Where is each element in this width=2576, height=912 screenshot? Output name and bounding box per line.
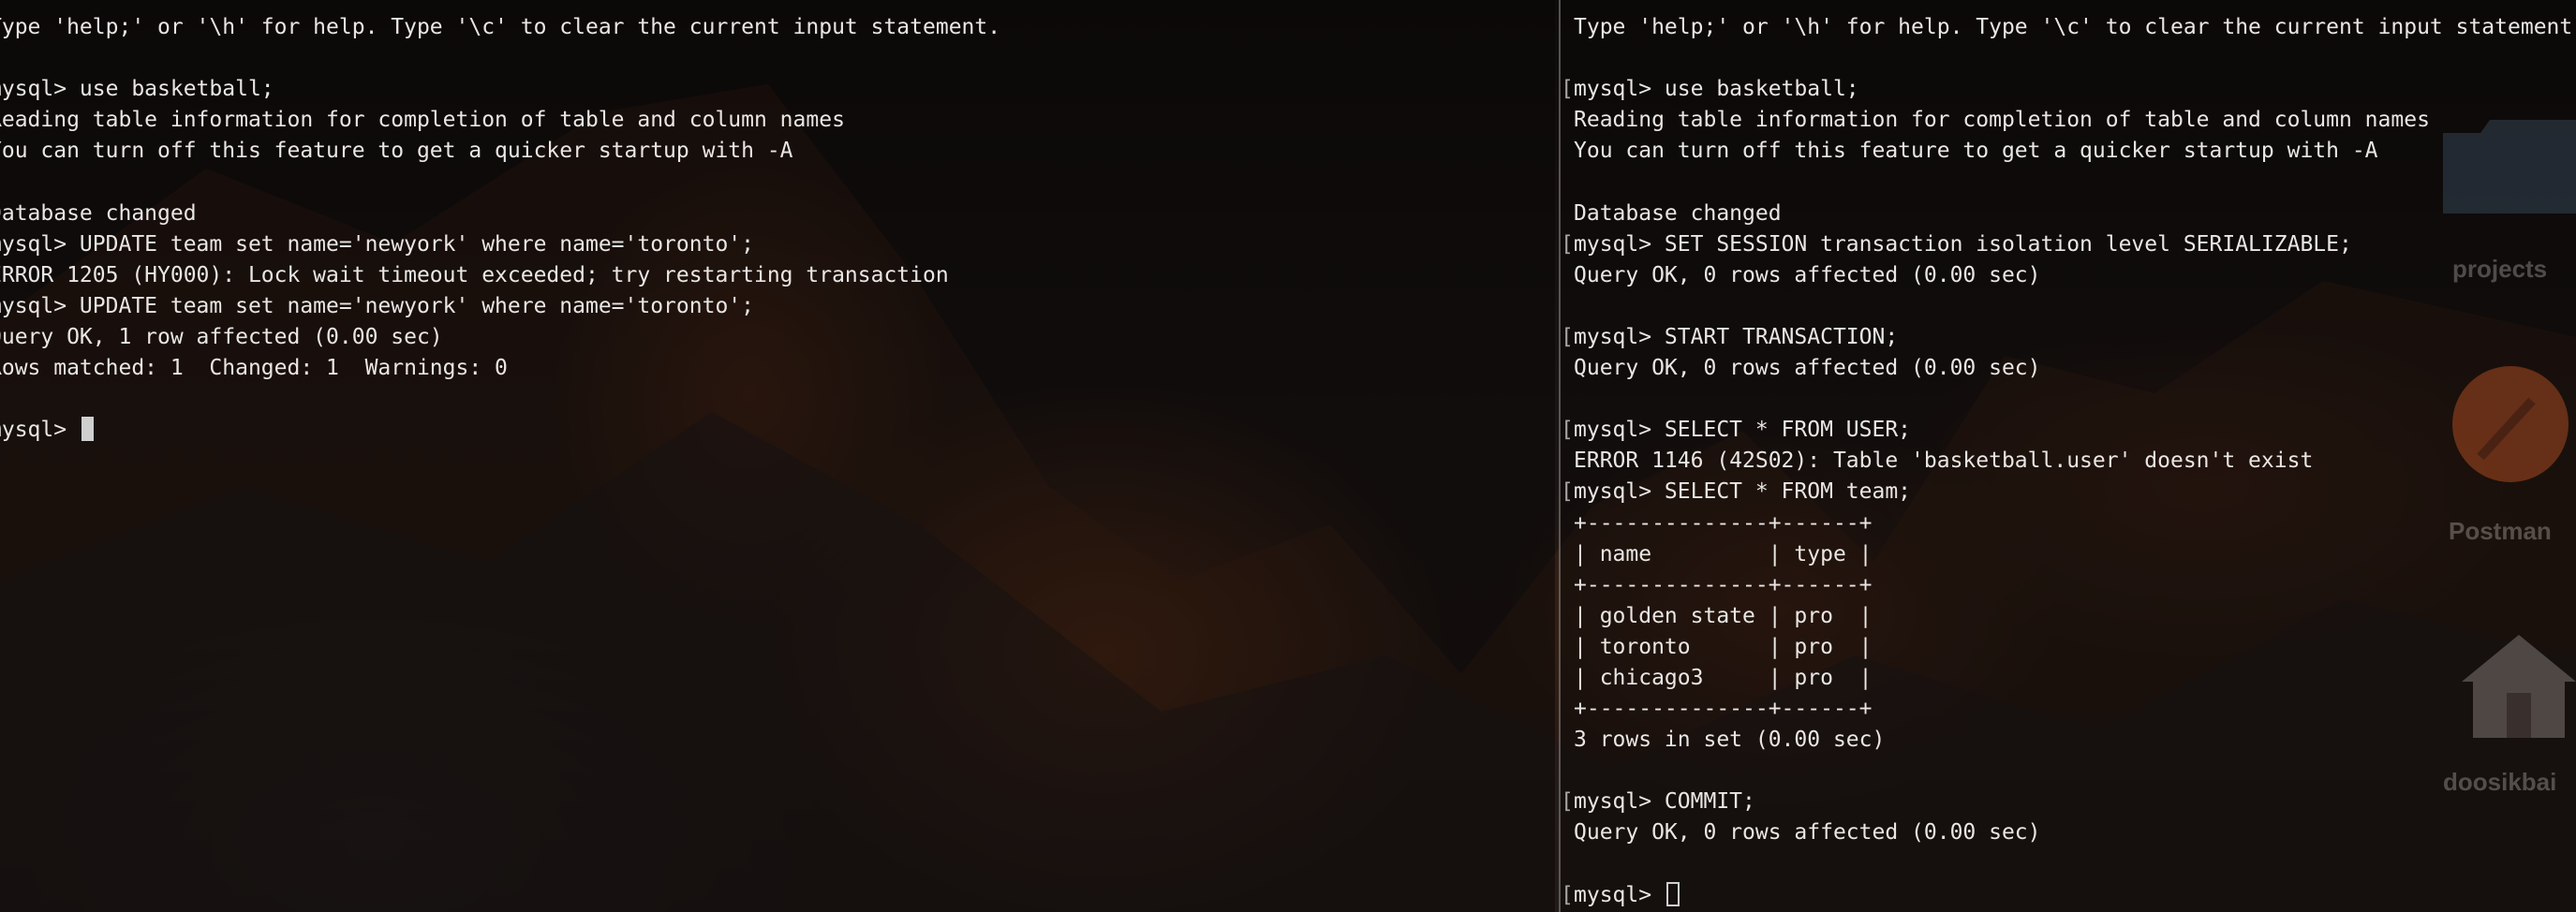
line-marker: [ (1561, 231, 1574, 257)
desktop-icon-label: doosikbai (2443, 768, 2557, 796)
terminal-line-text: 3 rows in set (0.00 sec) (1574, 728, 1886, 753)
folder-icon (2443, 120, 2576, 213)
terminal-line: | name | type | (1574, 539, 2576, 570)
desktop-screen: Type 'help;' or '\h' for help. Type '\c'… (0, 0, 2576, 912)
terminal-line: ERROR 1146 (42S02): Table 'basketball.us… (1574, 446, 2576, 477)
home-folder-icon (2462, 635, 2576, 738)
terminal-line-text: Rows matched: 1 Changed: 1 Warnings: 0 (0, 356, 508, 381)
terminal-line-text: +--------------+------+ (1574, 510, 1873, 536)
terminal-line: +--------------+------+ (1574, 508, 2576, 539)
terminal-window-right[interactable]: Type 'help;' or '\h' for help. Type '\c'… (1559, 0, 2576, 912)
terminal-line: [mysql> SELECT * FROM USER; (1561, 415, 2576, 446)
terminal-line: [mysql> START TRANSACTION; (1561, 322, 2576, 353)
terminal-line: [mysql> SELECT * FROM team; (1561, 477, 2576, 507)
terminal-line: [mysql> COMMIT; (1561, 787, 2576, 817)
terminal-line: Database changed (1574, 199, 2576, 229)
terminal-line: Query OK, 0 rows affected (0.00 sec) (1574, 260, 2576, 291)
terminal-line-text: mysql> UPDATE team set name='newyork' wh… (0, 231, 754, 257)
terminal-line: +--------------+------+ (1574, 570, 2576, 601)
terminal-line-text: mysql> (0, 418, 67, 443)
terminal-line-text: Query OK, 0 rows affected (0.00 sec) (1574, 262, 2041, 287)
terminal-line-text: mysql> UPDATE team set name='newyork' wh… (0, 293, 754, 318)
terminal-line-text: Query OK, 0 rows affected (0.00 sec) (1574, 356, 2041, 381)
terminal-line-text: Query OK, 1 row affected (0.00 sec) (0, 324, 443, 349)
terminal-line-text: | toronto | pro | (1574, 634, 1873, 659)
terminal-line-text: Reading table information for completion… (0, 108, 845, 133)
line-marker: [ (1561, 789, 1574, 815)
terminal-line-text: +--------------+------+ (1574, 697, 1873, 722)
terminal-line: 3 rows in set (0.00 sec) (1574, 725, 2576, 756)
terminal-line-text: mysql> COMMIT; (1574, 789, 1755, 815)
terminal-line: mysql> UPDATE team set name='newyork' wh… (0, 229, 1000, 260)
terminal-line: Type 'help;' or '\h' for help. Type '\c'… (1574, 12, 2576, 43)
terminal-line-text: mysql> SELECT * FROM USER; (1574, 418, 1912, 443)
terminal-line: mysql> (0, 415, 1000, 446)
terminal-line: [mysql> SET SESSION transaction isolatio… (1561, 229, 2576, 260)
terminal-line: Database changed (0, 199, 1000, 229)
terminal-line-text: | name | type | (1574, 541, 1873, 566)
terminal-line-text: mysql> use basketball; (1574, 77, 1859, 102)
terminal-line: mysql> UPDATE team set name='newyork' wh… (0, 291, 1000, 322)
line-marker: [ (1561, 324, 1574, 349)
terminal-line-text: You can turn off this feature to get a q… (1574, 139, 2378, 164)
terminal-line-text: | golden state | pro | (1574, 603, 1873, 628)
terminal-line: Type 'help;' or '\h' for help. Type '\c'… (0, 12, 1000, 43)
terminal-line: [mysql> use basketball; (1561, 74, 2576, 105)
line-marker: [ (1561, 479, 1574, 505)
terminal-line-text: Database changed (0, 200, 197, 226)
terminal-line-text: Query OK, 0 rows affected (0.00 sec) (1574, 820, 2041, 846)
terminal-line: Query OK, 0 rows affected (0.00 sec) (1574, 817, 2576, 848)
terminal-output-left: Type 'help;' or '\h' for help. Type '\c'… (0, 12, 1000, 446)
terminal-line-text: Database changed (1574, 200, 1782, 226)
terminal-line: | toronto | pro | (1574, 632, 2576, 663)
line-marker: [ (1561, 882, 1574, 907)
terminal-line-text: Type 'help;' or '\h' for help. Type '\c'… (1574, 15, 2576, 39)
terminal-line-text: ERROR 1146 (42S02): Table 'basketball.us… (1574, 449, 2314, 474)
terminal-line-text: You can turn off this feature to get a q… (0, 139, 793, 164)
terminal-line-text: mysql> SET SESSION transaction isolation… (1574, 231, 2352, 257)
terminal-output-right: Type 'help;' or '\h' for help. Type '\c'… (1561, 12, 2576, 911)
desktop-icon-label: Postman (2449, 517, 2552, 545)
terminal-line: You can turn off this feature to get a q… (1574, 136, 2576, 167)
terminal-line: You can turn off this feature to get a q… (0, 136, 1000, 167)
terminal-line-text: mysql> use basketball; (0, 77, 274, 102)
terminal-line-text: Type 'help;' or '\h' for help. Type '\c'… (0, 15, 1001, 39)
terminal-line: [mysql> (1561, 880, 2576, 911)
terminal-line-text: +--------------+------+ (1574, 572, 1873, 597)
terminal-line: Reading table information for completion… (1574, 105, 2576, 136)
terminal-line: Rows matched: 1 Changed: 1 Warnings: 0 (0, 353, 1000, 384)
terminal-window-left[interactable]: Type 'help;' or '\h' for help. Type '\c'… (0, 0, 1555, 912)
terminal-line-text: mysql> SELECT * FROM team; (1574, 479, 1912, 505)
terminal-line-text: ERROR 1205 (HY000): Lock wait timeout ex… (0, 262, 949, 287)
terminal-line-text: | chicago3 | pro | (1574, 665, 1873, 690)
terminal-line-text: Reading table information for completion… (1574, 108, 2430, 133)
line-marker: [ (1561, 418, 1574, 443)
terminal-line: Query OK, 1 row affected (0.00 sec) (0, 322, 1000, 353)
terminal-line: mysql> use basketball; (0, 74, 1000, 105)
line-marker: [ (1561, 77, 1574, 102)
desktop-icon-label: projects (2452, 255, 2548, 283)
terminal-line-text: mysql> (1574, 882, 1665, 907)
terminal-line: Query OK, 0 rows affected (0.00 sec) (1574, 353, 2576, 384)
terminal-line: +--------------+------+ (1574, 694, 2576, 725)
postman-icon (2452, 366, 2569, 482)
terminal-line: | chicago3 | pro | (1574, 663, 2576, 694)
terminal-line: ERROR 1205 (HY000): Lock wait timeout ex… (0, 260, 1000, 291)
terminal-line: | golden state | pro | (1574, 601, 2576, 632)
terminal-line-text: mysql> START TRANSACTION; (1574, 324, 1899, 349)
text-cursor (81, 417, 94, 442)
terminal-line: Reading table information for completion… (0, 105, 1000, 136)
text-cursor (1666, 881, 1680, 906)
